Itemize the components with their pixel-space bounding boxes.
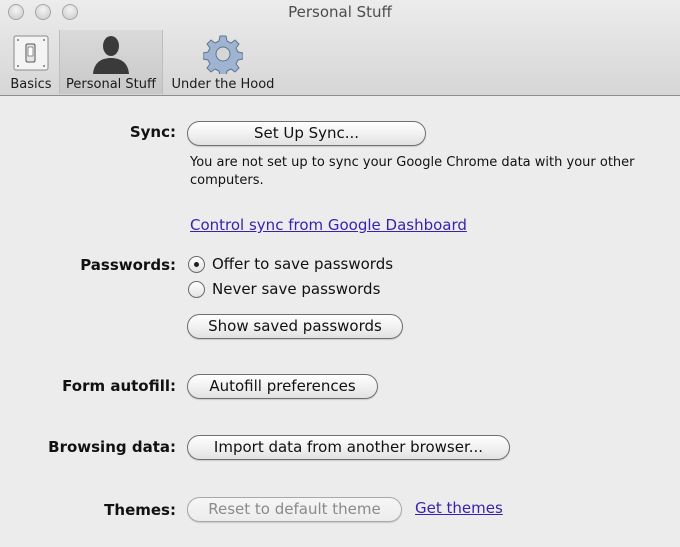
show-saved-passwords-button[interactable]: Show saved passwords bbox=[187, 314, 403, 339]
person-silhouette-icon bbox=[93, 36, 129, 74]
never-save-passwords-radio[interactable] bbox=[188, 281, 205, 298]
autofill-preferences-button[interactable]: Autofill preferences bbox=[187, 374, 378, 399]
sync-label: Sync: bbox=[129, 123, 176, 141]
window-titlebar: Personal Stuff Basics Personal Stuff Und… bbox=[0, 0, 680, 96]
gear-icon bbox=[203, 35, 243, 74]
themes-label: Themes: bbox=[104, 501, 176, 519]
browsing-data-label: Browsing data: bbox=[48, 438, 176, 456]
get-themes-link[interactable]: Get themes bbox=[415, 499, 503, 517]
tab-basics[interactable]: Basics bbox=[6, 30, 56, 94]
form-autofill-label: Form autofill: bbox=[62, 377, 176, 395]
light-switch-icon bbox=[13, 35, 49, 71]
tab-under-the-hood-label: Under the Hood bbox=[171, 77, 275, 92]
reset-default-theme-button[interactable]: Reset to default theme bbox=[187, 497, 402, 522]
tab-personal-stuff[interactable]: Personal Stuff bbox=[59, 30, 163, 94]
offer-to-save-passwords-radio[interactable] bbox=[188, 256, 205, 273]
tab-under-the-hood[interactable]: Under the Hood bbox=[166, 30, 280, 94]
window-title: Personal Stuff bbox=[288, 3, 392, 21]
tab-personal-stuff-label: Personal Stuff bbox=[66, 77, 156, 92]
sync-description: You are not set up to sync your Google C… bbox=[190, 155, 635, 188]
offer-to-save-passwords-label[interactable]: Offer to save passwords bbox=[212, 255, 393, 273]
passwords-label: Passwords: bbox=[80, 256, 176, 274]
import-data-button[interactable]: Import data from another browser... bbox=[187, 435, 510, 460]
tab-basics-label: Basics bbox=[10, 77, 52, 92]
never-save-passwords-label[interactable]: Never save passwords bbox=[212, 280, 380, 298]
set-up-sync-button[interactable]: Set Up Sync... bbox=[187, 121, 426, 146]
google-dashboard-link[interactable]: Control sync from Google Dashboard bbox=[190, 216, 467, 234]
radio-selected-dot bbox=[194, 262, 199, 267]
